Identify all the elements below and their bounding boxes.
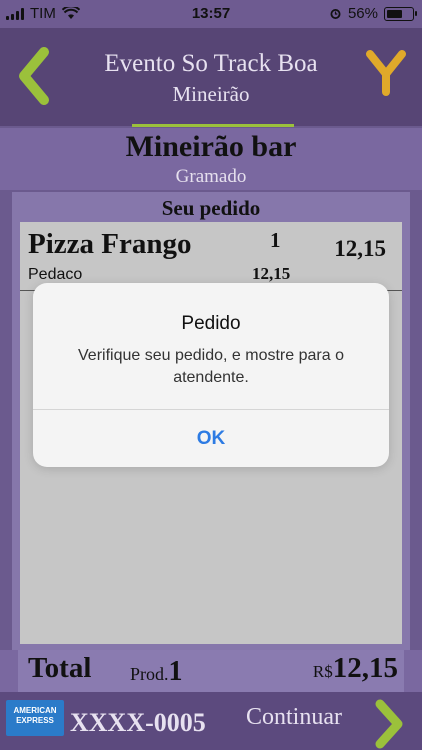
ok-button[interactable]: OK: [33, 410, 389, 467]
alert-message: Verifique seu pedido, e mostre para o at…: [78, 347, 344, 386]
alert-title: Pedido: [181, 313, 241, 334]
alert-dialog: Pedido Verifique seu pedido, e mostre pa…: [33, 283, 389, 467]
